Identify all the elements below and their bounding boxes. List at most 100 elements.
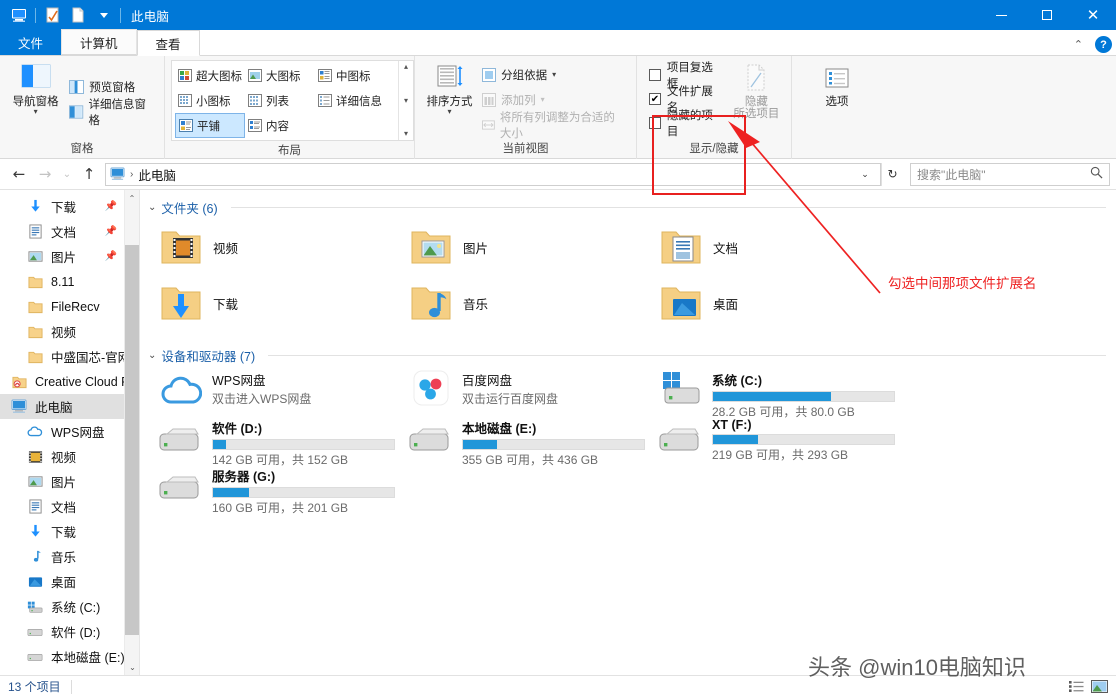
scroll-up-icon[interactable]: ▴ <box>404 63 408 71</box>
view-content[interactable]: 内容 <box>245 113 315 138</box>
view-extra-large-icons[interactable]: 超大图标 <box>175 63 245 88</box>
maximize-button[interactable] <box>1024 0 1070 30</box>
new-folder-icon[interactable] <box>65 2 91 28</box>
minimize-button[interactable] <box>978 0 1024 30</box>
sidebar-item-documents[interactable]: 文档 <box>0 494 139 519</box>
list-item[interactable]: 服务器 (G:) 160 GB 可用，共 201 GB <box>158 466 408 515</box>
tab-view[interactable]: 查看 <box>136 30 200 56</box>
pin-icon[interactable]: 📌 <box>105 226 117 237</box>
up-button[interactable]: ↑ <box>76 161 102 187</box>
address-path-field[interactable]: › 此电脑 ⌄ <box>105 162 881 186</box>
gallery-scrollbar[interactable]: ▴ ▾ ▾ <box>398 61 413 140</box>
capacity-text: 219 GB 可用，共 293 GB <box>712 448 849 462</box>
scroll-up-button[interactable]: ⌃ <box>125 190 139 206</box>
chevron-down-icon[interactable]: ⌄ <box>148 202 156 213</box>
sidebar-item-documents-quick[interactable]: 文档 📌 <box>0 219 139 244</box>
list-item[interactable]: 本地磁盘 (E:) 355 GB 可用，共 436 GB <box>408 418 658 467</box>
sidebar-item-downloads-quick[interactable]: 下载 📌 <box>0 194 139 219</box>
large-icons-view-button[interactable] <box>1090 679 1108 695</box>
navigation-pane-scrollbar[interactable]: ⌃ ⌄ <box>124 190 139 675</box>
list-item[interactable]: 桌面 <box>658 280 908 336</box>
scrollbar-thumb[interactable] <box>125 245 139 635</box>
details-pane-button[interactable]: 详细信息窗格 <box>65 99 158 127</box>
search-box[interactable]: 搜索"此电脑" <box>910 162 1110 186</box>
device-tiles: WPS网盘 双击进入WPS网盘 百度网盘 双击运行百度网盘 系统 (C:) 28… <box>140 366 1116 515</box>
close-button[interactable]: ✕ <box>1070 0 1116 30</box>
search-icon[interactable] <box>1090 166 1103 182</box>
file-list-pane[interactable]: ⌄ 文件夹 (6) 视频 图片 文档 下载 音乐 桌面 ⌄ 设备和驱动器 (7)… <box>140 190 1116 675</box>
sidebar-item-music[interactable]: 音乐 <box>0 544 139 569</box>
pin-icon[interactable]: 📌 <box>105 251 117 262</box>
chevron-down-icon[interactable]: ⌄ <box>148 350 156 361</box>
sidebar-item-pictures-quick[interactable]: 图片 📌 <box>0 244 139 269</box>
list-item[interactable]: 百度网盘 双击运行百度网盘 <box>408 370 658 418</box>
sidebar-item-wps-cloud[interactable]: WPS网盘 <box>0 419 139 444</box>
options-button[interactable]: 选项 <box>806 64 868 108</box>
hidden-items-row[interactable]: 隐藏的项目 <box>649 110 724 138</box>
view-large-icons[interactable]: 大图标 <box>245 63 315 88</box>
view-small-icons[interactable]: 小图标 <box>175 88 245 113</box>
chevron-up-icon[interactable]: ⌃ <box>1070 36 1087 53</box>
list-item[interactable]: 音乐 <box>408 280 658 336</box>
list-item[interactable]: 文档 <box>658 224 908 280</box>
navigation-pane-button[interactable]: 导航窗格 ▾ <box>6 60 65 116</box>
group-header-folders[interactable]: ⌄ 文件夹 (6) <box>140 196 1116 218</box>
list-item[interactable]: 软件 (D:) 142 GB 可用，共 152 GB <box>158 418 408 467</box>
sidebar-item-videos[interactable]: 视频 <box>0 444 139 469</box>
sidebar-item-downloads[interactable]: 下载 <box>0 519 139 544</box>
list-item[interactable]: 系统 (C:) 28.2 GB 可用，共 80.0 GB <box>658 370 908 419</box>
toolbar-divider <box>35 7 36 23</box>
search-input[interactable]: 搜索"此电脑" <box>917 166 1090 183</box>
properties-icon[interactable] <box>39 2 65 28</box>
sidebar-item-folder-zhongsheng[interactable]: 中盛国芯-官网 <box>0 344 139 369</box>
dropdown-caret-icon[interactable] <box>91 2 117 28</box>
drive-icon <box>408 418 454 458</box>
refresh-button[interactable]: ↻ <box>881 162 903 186</box>
back-button[interactable]: ← <box>6 161 32 187</box>
details-view-button[interactable] <box>1067 679 1085 695</box>
sort-by-button[interactable]: 排序方式 ▾ <box>421 60 478 116</box>
group-header-devices[interactable]: ⌄ 设备和驱动器 (7) <box>140 344 1116 366</box>
item-checkboxes-checkbox[interactable] <box>649 69 661 81</box>
capacity-bar <box>712 391 895 402</box>
view-list[interactable]: 列表 <box>245 88 315 113</box>
view-medium-icons[interactable]: 中图标 <box>315 63 395 88</box>
tab-file[interactable]: 文件 <box>0 29 62 55</box>
chevron-down-icon[interactable]: ⌄ <box>854 169 876 180</box>
computer-icon[interactable] <box>6 2 32 28</box>
list-item[interactable]: XT (F:) 219 GB 可用，共 293 GB <box>658 418 908 466</box>
list-item[interactable]: 下载 <box>158 280 408 336</box>
group-by-icon <box>482 67 497 82</box>
sidebar-item-creative-cloud[interactable]: Creative Cloud F <box>0 369 139 394</box>
view-details[interactable]: 详细信息 <box>315 88 395 113</box>
drive-icon <box>26 648 44 666</box>
hidden-items-checkbox[interactable] <box>649 117 661 129</box>
scroll-down-button[interactable]: ⌄ <box>125 659 139 675</box>
view-label: 中图标 <box>336 70 371 83</box>
list-item[interactable]: 视频 <box>158 224 408 280</box>
breadcrumb-this-pc[interactable]: 此电脑 <box>138 165 176 184</box>
sidebar-item-folder-filerecv[interactable]: FileRecv <box>0 294 139 319</box>
view-tiles[interactable]: 平铺 <box>175 113 245 138</box>
scroll-expand-icon[interactable]: ▾ <box>404 130 408 138</box>
sidebar-item-pictures[interactable]: 图片 <box>0 469 139 494</box>
file-name-extensions-checkbox[interactable]: ✔ <box>649 93 661 105</box>
sidebar-item-drive-c[interactable]: 系统 (C:) <box>0 594 139 619</box>
sidebar-item-drive-e[interactable]: 本地磁盘 (E:) <box>0 644 139 669</box>
scroll-down-icon[interactable]: ▾ <box>404 96 408 105</box>
tab-computer[interactable]: 计算机 <box>61 29 137 55</box>
recent-locations-button[interactable]: ⌄ <box>58 161 76 187</box>
help-button[interactable]: ? <box>1095 36 1112 53</box>
caret-icon[interactable]: ▾ <box>552 70 556 79</box>
sidebar-item-desktop[interactable]: 桌面 <box>0 569 139 594</box>
pin-icon[interactable]: 📌 <box>105 201 117 212</box>
list-item[interactable]: 图片 <box>408 224 658 280</box>
breadcrumb-separator[interactable]: › <box>130 169 133 180</box>
sidebar-item-folder-811[interactable]: 8.11 <box>0 269 139 294</box>
group-by-button[interactable]: 分组依据 ▾ <box>478 62 630 87</box>
sidebar-item-this-pc[interactable]: 此电脑 <box>0 394 139 419</box>
list-item[interactable]: WPS网盘 双击进入WPS网盘 <box>158 370 408 418</box>
sidebar-item-folder-videos[interactable]: 视频 <box>0 319 139 344</box>
sidebar-item-drive-d[interactable]: 软件 (D:) <box>0 619 139 644</box>
drive-icon <box>158 418 204 458</box>
